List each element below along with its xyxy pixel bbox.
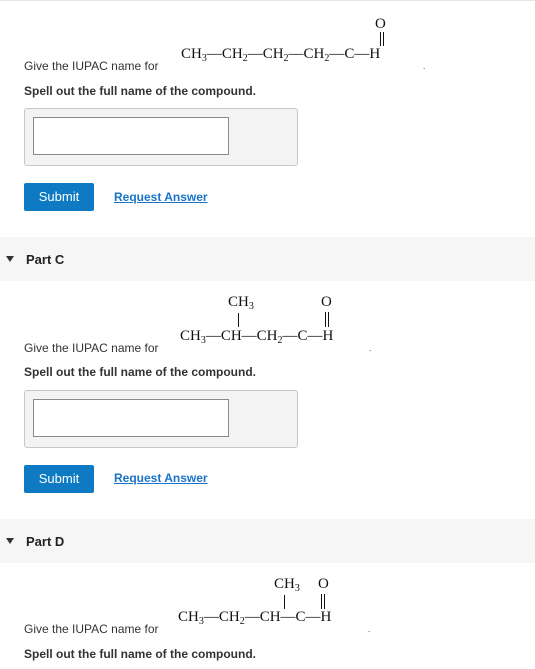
formula-bonds-d: [284, 594, 325, 609]
question-prompt: Give the IUPAC name for: [24, 622, 159, 636]
period-mark: .: [368, 625, 371, 634]
formula-main-chain: CH3—CH2—CH—C—H: [178, 609, 332, 627]
instruction-text: Spell out the full name of the compound.: [24, 647, 256, 661]
